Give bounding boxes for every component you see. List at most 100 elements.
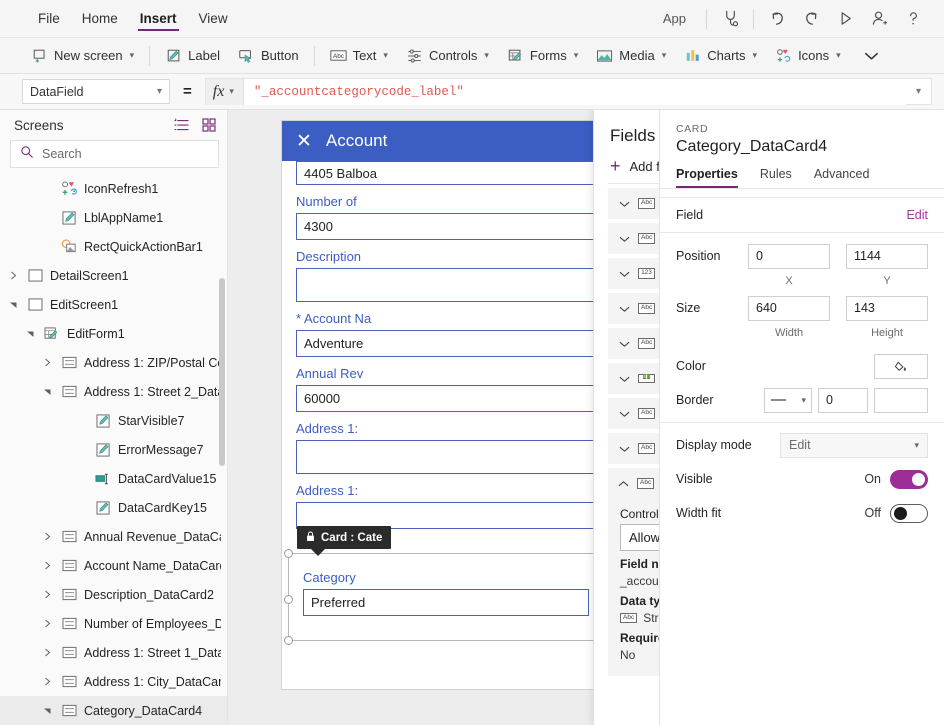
- tree-node[interactable]: RectQuickActionBar1: [0, 232, 227, 261]
- chevron-up-icon[interactable]: [618, 476, 629, 491]
- twisty-icon[interactable]: [40, 532, 54, 541]
- field-list-item[interactable]: AbcAccount Name: [608, 328, 659, 359]
- field-value-address-b[interactable]: [296, 502, 596, 529]
- field-value-address-a[interactable]: [296, 440, 596, 474]
- field-list-item[interactable]: AbcDescription: [608, 293, 659, 324]
- twisty-icon[interactable]: [6, 300, 20, 309]
- chevron-down-icon[interactable]: [618, 235, 630, 243]
- tree-node[interactable]: IconRefresh1: [0, 174, 227, 203]
- resize-handle-bottom-left[interactable]: [284, 636, 293, 645]
- app-canvas[interactable]: ✕ Account 4405 Balboa Number of 4300 Des…: [228, 110, 659, 725]
- field-list-item[interactable]: AbcAddress 1: ZIP/Postal Code: [608, 433, 659, 464]
- app-checker-icon[interactable]: [713, 4, 747, 34]
- tree-node[interactable]: StarVisible7: [0, 406, 227, 435]
- media-menu[interactable]: Media ▾: [587, 42, 675, 70]
- menu-item-insert[interactable]: Insert: [130, 0, 187, 37]
- twisty-icon[interactable]: [40, 706, 54, 715]
- field-list-item[interactable]: AbcAddress 1: City: [608, 188, 659, 219]
- menu-item-view[interactable]: View: [189, 0, 238, 37]
- forms-menu[interactable]: Forms ▾: [498, 42, 587, 70]
- property-selector[interactable]: DataField ▾: [22, 79, 170, 104]
- fill-bucket-icon[interactable]: [874, 354, 928, 379]
- tree-node[interactable]: Address 1: City_DataCard2: [0, 667, 227, 696]
- twisty-icon[interactable]: [40, 590, 54, 599]
- menu-item-home[interactable]: Home: [72, 0, 128, 37]
- preview-play-icon[interactable]: [828, 4, 862, 34]
- field-value-account-name[interactable]: Adventure: [296, 330, 596, 357]
- border-style-select[interactable]: ▾: [764, 388, 812, 413]
- button-button[interactable]: Button: [229, 42, 308, 70]
- field-list-item[interactable]: 123Number of Employees: [608, 258, 659, 289]
- search-input[interactable]: Search: [10, 140, 219, 168]
- field-list-item-expanded[interactable]: AbcCategory⋯Control typeAllowed ValuesFi…: [608, 468, 659, 676]
- position-x-input[interactable]: 0: [748, 244, 830, 269]
- size-width-input[interactable]: 640: [748, 296, 830, 321]
- size-height-input[interactable]: 143: [846, 296, 928, 321]
- field-list-item[interactable]: 💵Annual Revenue: [608, 363, 659, 394]
- tree-node[interactable]: DataCardKey15: [0, 493, 227, 522]
- ribbon-overflow-button[interactable]: [856, 51, 887, 61]
- fx-button[interactable]: fx ▾: [206, 79, 244, 105]
- chevron-down-icon[interactable]: [618, 375, 630, 383]
- selected-card-value[interactable]: Preferred: [303, 589, 589, 616]
- share-user-icon[interactable]: [862, 4, 896, 34]
- fields-list[interactable]: AbcAddress 1: City AbcAddress 1: Street 1…: [594, 188, 659, 725]
- tree-node[interactable]: DataCardValue15: [0, 464, 227, 493]
- tree-node[interactable]: EditForm1: [0, 319, 227, 348]
- tree-view-icon[interactable]: [173, 117, 189, 133]
- help-icon[interactable]: [896, 4, 930, 34]
- field-edit-link[interactable]: Edit: [906, 208, 928, 222]
- border-color-swatch[interactable]: [874, 388, 928, 413]
- formula-input[interactable]: "_accountcategorycode_label": [244, 79, 906, 105]
- controls-menu[interactable]: Controls ▾: [397, 42, 498, 70]
- twisty-icon[interactable]: [40, 387, 54, 396]
- chevron-down-icon[interactable]: [618, 270, 630, 278]
- label-button[interactable]: Label: [156, 42, 229, 70]
- chevron-down-icon[interactable]: [618, 305, 630, 313]
- position-y-input[interactable]: 1144: [846, 244, 928, 269]
- tree-node[interactable]: ErrorMessage7: [0, 435, 227, 464]
- twisty-icon[interactable]: [40, 561, 54, 570]
- field-value-street[interactable]: 4405 Balboa: [296, 161, 596, 185]
- charts-menu[interactable]: Charts ▾: [675, 42, 766, 70]
- selected-card-outline[interactable]: Card : Cate Category Preferred: [288, 553, 604, 641]
- field-list-item[interactable]: AbcAddress 1: Street 2: [608, 398, 659, 429]
- tab-rules[interactable]: Rules: [760, 167, 792, 188]
- menu-item-file[interactable]: File: [28, 0, 70, 37]
- twisty-icon[interactable]: [40, 619, 54, 628]
- tree-node[interactable]: Address 1: ZIP/Postal Code_: [0, 348, 227, 377]
- field-value-number-of-employees[interactable]: 4300: [296, 213, 596, 240]
- tree-node[interactable]: LblAppName1: [0, 203, 227, 232]
- twisty-icon[interactable]: [6, 271, 20, 280]
- tree-node[interactable]: Annual Revenue_DataCard2: [0, 522, 227, 551]
- redo-icon[interactable]: [794, 4, 828, 34]
- field-value-annual-revenue[interactable]: 60000: [296, 385, 596, 412]
- twisty-icon[interactable]: [40, 358, 54, 367]
- chevron-down-icon[interactable]: [618, 340, 630, 348]
- field-expanded-header[interactable]: AbcCategory⋯: [608, 468, 659, 499]
- width-fit-toggle[interactable]: [890, 504, 928, 523]
- visible-toggle[interactable]: [890, 470, 928, 489]
- twisty-icon[interactable]: [40, 677, 54, 686]
- thumbnail-view-icon[interactable]: [201, 117, 217, 133]
- new-screen-button[interactable]: New screen ▾: [22, 42, 143, 70]
- icons-menu[interactable]: Icons ▾: [766, 42, 850, 70]
- field-value-description[interactable]: [296, 268, 596, 302]
- chevron-down-icon[interactable]: [618, 200, 630, 208]
- tree-node[interactable]: DetailScreen1: [0, 261, 227, 290]
- resize-handle-top-left[interactable]: [284, 549, 293, 558]
- field-list-item[interactable]: AbcAddress 1: Street 1: [608, 223, 659, 254]
- tree-node[interactable]: Address 1: Street 2_DataCar: [0, 377, 227, 406]
- tree-node[interactable]: Category_DataCard4: [0, 696, 227, 725]
- tree-node[interactable]: Account Name_DataCard2: [0, 551, 227, 580]
- tree-scrollbar[interactable]: [219, 278, 225, 466]
- resize-handle-middle-left[interactable]: [284, 595, 293, 604]
- tree-node[interactable]: Address 1: Street 1_DataCar: [0, 638, 227, 667]
- display-mode-select[interactable]: Edit ▾: [780, 433, 928, 458]
- tree-node[interactable]: EditScreen1: [0, 290, 227, 319]
- tree-node-list[interactable]: IconRefresh1LblAppName1RectQuickActionBa…: [0, 168, 227, 725]
- tab-advanced[interactable]: Advanced: [814, 167, 870, 188]
- formula-expand-icon[interactable]: ▾: [906, 86, 931, 97]
- undo-icon[interactable]: [760, 4, 794, 34]
- chevron-down-icon[interactable]: [618, 445, 630, 453]
